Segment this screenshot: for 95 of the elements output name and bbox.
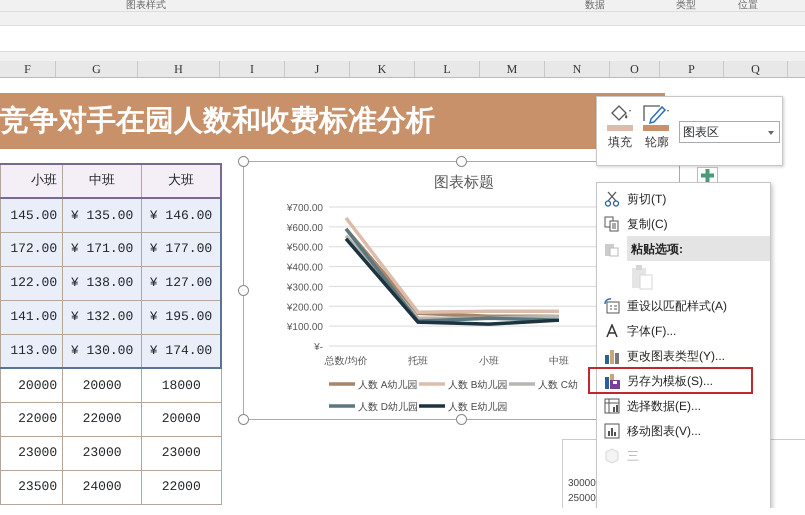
axis-label: 中班: [549, 356, 569, 367]
axis-label: ¥-: [314, 342, 323, 353]
resize-handle[interactable]: [238, 414, 249, 425]
table-cell: ¥ 177.00: [142, 232, 221, 266]
copy-icon: [604, 216, 620, 232]
axis-label: 25000: [568, 492, 596, 506]
select-data-icon: [604, 398, 620, 414]
axis-label: 30000: [568, 477, 596, 491]
resize-handle[interactable]: [456, 414, 467, 425]
ribbon-group-label: 图表样式: [126, 0, 166, 11]
table-cell: 20000: [0, 368, 63, 402]
column-header[interactable]: H: [138, 61, 220, 77]
legend-label: 人数 A幼儿园: [358, 380, 418, 391]
axis-label: 总数/均价: [324, 356, 368, 367]
table-cell: 122.00: [0, 266, 63, 300]
table-cell: ¥ 132.00: [62, 300, 142, 334]
table-cell: ¥ 174.00: [142, 334, 221, 368]
legend-key: [509, 382, 535, 386]
save-template-icon: [604, 372, 620, 388]
resize-handle[interactable]: [456, 156, 467, 167]
table-cell: ¥ 138.00: [62, 266, 142, 300]
table-cell: ¥ 130.00: [62, 334, 142, 368]
menu-section-header: 粘贴选项:: [627, 236, 770, 261]
legend-label: 人数 B幼儿园: [448, 380, 508, 391]
legend-label: 人数 D幼儿园: [358, 402, 418, 413]
column-header[interactable]: K: [350, 61, 415, 77]
chart-title: 图表标题: [434, 174, 494, 191]
table-cell: 22000: [0, 402, 63, 436]
ribbon-group-label: 数据: [585, 0, 605, 11]
legend-key: [419, 382, 445, 386]
reset-style-icon: [604, 298, 620, 314]
ribbon-group-label: 类型: [676, 0, 696, 11]
toolbar-button[interactable]: 填充: [605, 103, 635, 151]
resize-handle[interactable]: [238, 156, 249, 167]
ribbon-group-label: 位置: [738, 0, 758, 11]
plus-icon: [701, 169, 714, 182]
column-header[interactable]: Q: [724, 61, 788, 77]
pen-icon: [642, 103, 672, 133]
menu-item[interactable]: 移动图表(V)...: [597, 418, 770, 443]
table-cell: ¥ 135.00: [62, 198, 142, 232]
table-cell: 18000: [142, 368, 221, 402]
table-cell: ¥ 146.00: [142, 198, 221, 232]
axis-label: ¥400.00: [286, 262, 323, 274]
column-heading-cell: 中班: [62, 164, 142, 198]
legend-label: 人数 E幼儿园: [448, 402, 508, 413]
table-cell: 172.00: [0, 232, 63, 266]
move-chart-icon: [604, 422, 620, 438]
legend-key: [329, 404, 355, 408]
axis-label: ¥500.00: [286, 242, 323, 254]
paint-bucket-icon: [605, 103, 635, 133]
scissors-icon: [604, 190, 620, 206]
column-header[interactable]: M: [480, 61, 545, 77]
caret-icon: [768, 131, 774, 135]
axis-label: ¥700.00: [286, 203, 323, 214]
table-cell: 23000: [62, 436, 142, 470]
table-cell: 23000: [0, 436, 63, 470]
table-cell: ¥ 171.00: [62, 232, 142, 266]
column-header[interactable]: P: [660, 61, 724, 77]
table-cell: 23000: [142, 436, 221, 470]
table-cell: ¥ 127.00: [142, 266, 221, 300]
chart-element-dropdown[interactable]: 图表区: [679, 121, 780, 143]
column-heading-cell: 小班: [0, 164, 63, 198]
axis-label: ¥300.00: [286, 282, 323, 294]
column-heading-cell: 大班: [142, 164, 221, 198]
column-header[interactable]: O: [610, 61, 660, 77]
table-cell: 22000: [62, 402, 142, 436]
axis-label: ¥200.00: [286, 302, 323, 314]
legend-key: [329, 382, 355, 386]
axis-label: 托班: [408, 356, 428, 367]
letter-a-icon: [606, 324, 618, 338]
column-header[interactable]: F: [0, 61, 56, 77]
legend-label: 人数 C幼: [538, 380, 578, 391]
column-header[interactable]: L: [415, 61, 480, 77]
legend-key: [419, 404, 445, 408]
column-header[interactable]: N: [545, 61, 610, 77]
toolbar-button[interactable]: 轮廓: [642, 103, 672, 151]
axis-label: 小班: [479, 356, 499, 367]
column-header[interactable]: J: [285, 61, 350, 77]
axis-label: ¥600.00: [286, 222, 323, 234]
table-cell: 20000: [142, 402, 221, 436]
table-cell: 141.00: [0, 300, 63, 334]
axis-label: ¥100.00: [286, 322, 323, 334]
bar-chart-icon: [604, 348, 620, 364]
column-header[interactable]: I: [220, 61, 285, 77]
table-cell: 113.00: [0, 334, 63, 368]
table-cell: 23500: [0, 470, 63, 504]
resize-handle[interactable]: [238, 285, 249, 296]
table-cell: ¥ 195.00: [142, 300, 221, 334]
clipboard-icon: [631, 264, 653, 290]
cube-icon: [604, 448, 620, 464]
table-cell: 20000: [62, 368, 142, 402]
column-header[interactable]: G: [56, 61, 138, 77]
table-cell: 145.00: [0, 198, 63, 232]
table-cell: 24000: [62, 470, 142, 504]
table-cell: 22000: [142, 470, 221, 504]
